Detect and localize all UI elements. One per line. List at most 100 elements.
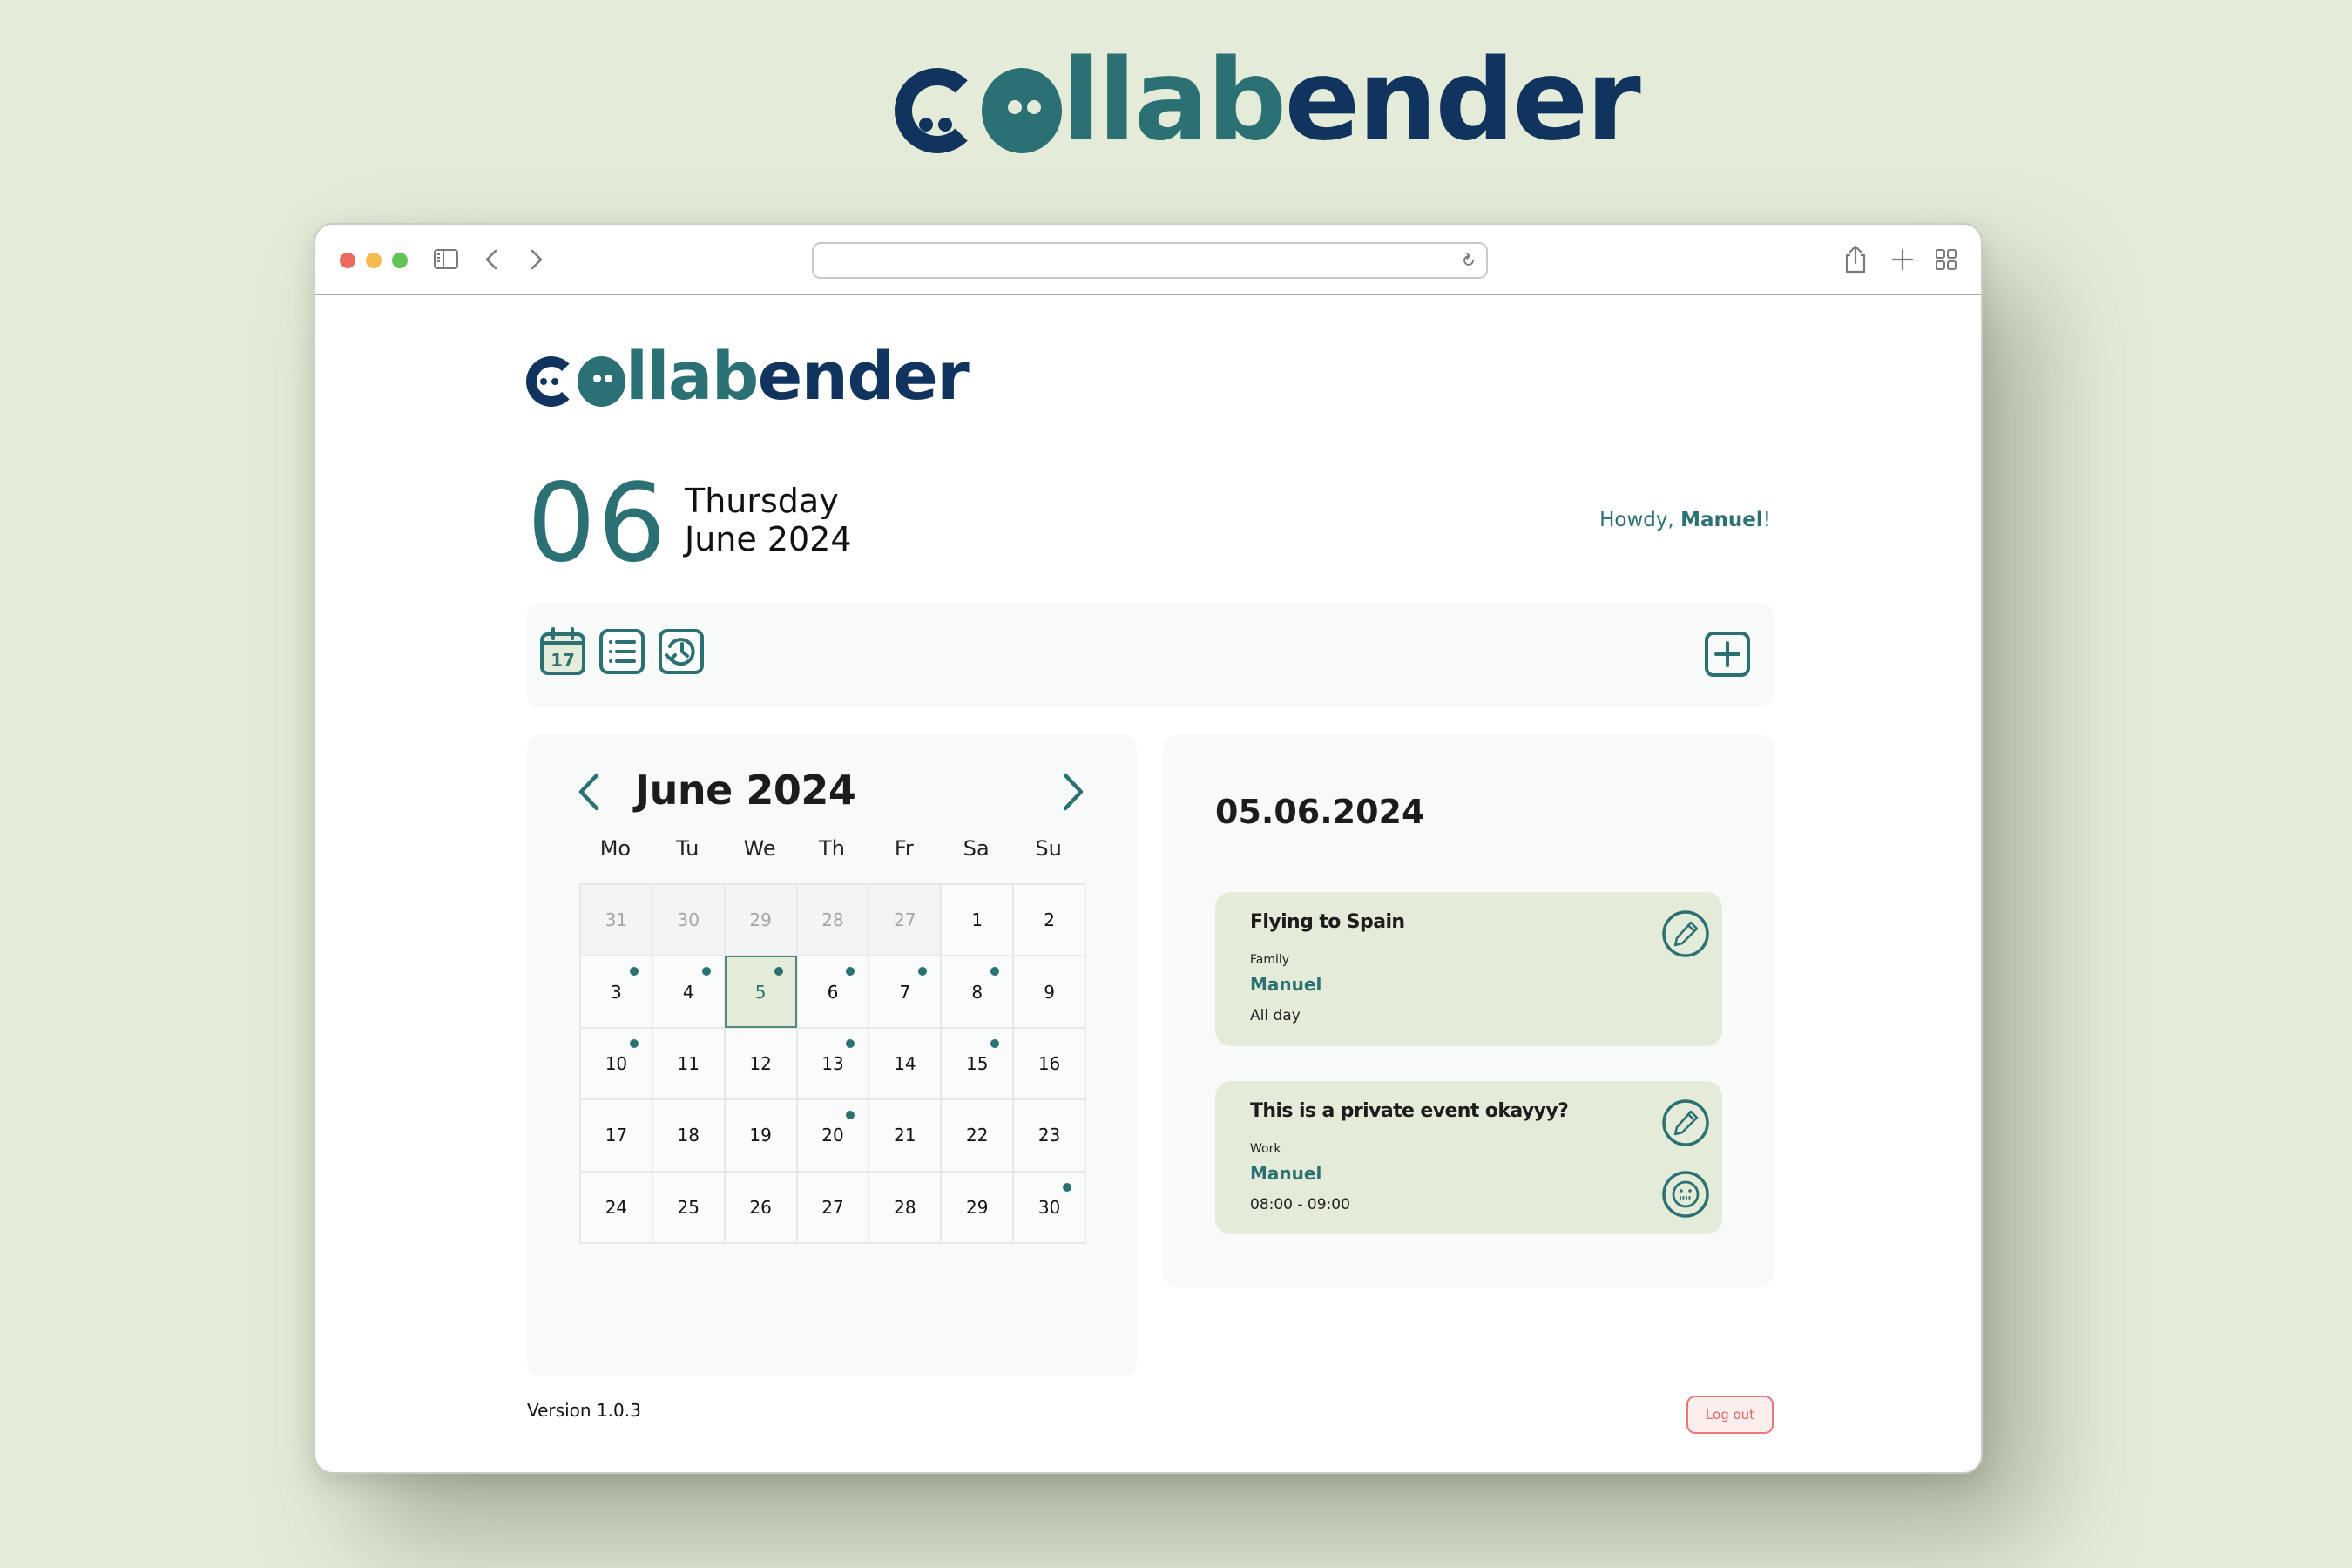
day-number: 28 <box>894 1196 916 1218</box>
calendar-day[interactable]: 7 <box>869 956 941 1027</box>
chevron-right-icon <box>531 249 543 270</box>
calendar-day[interactable]: 29 <box>942 1172 1013 1242</box>
private-event-button[interactable] <box>1661 1170 1710 1219</box>
share-icon[interactable] <box>1842 244 1869 275</box>
calendar-day[interactable]: 24 <box>581 1172 652 1242</box>
calendar-day[interactable]: 31 <box>581 885 652 956</box>
calendar-day[interactable]: 26 <box>725 1172 796 1242</box>
calendar-day[interactable]: 28 <box>797 885 868 956</box>
day-number: 12 <box>749 1052 772 1074</box>
history-view-button[interactable] <box>658 627 705 676</box>
greeting-suffix: ! <box>1762 509 1771 531</box>
logo-eye <box>919 118 933 132</box>
calendar-day[interactable]: 15 <box>942 1028 1013 1099</box>
logout-button[interactable]: Log out <box>1686 1396 1774 1434</box>
calendar-day[interactable]: 30 <box>1014 1172 1085 1242</box>
day-number: 26 <box>749 1196 772 1218</box>
calendar-day[interactable]: 18 <box>652 1100 724 1171</box>
tab-overview-icon[interactable] <box>1934 247 1958 272</box>
app-version: Version 1.0.3 <box>527 1400 641 1421</box>
calendar-day[interactable]: 3 <box>581 956 652 1027</box>
greeting-text: Howdy, <box>1599 509 1674 531</box>
minimize-window-button[interactable] <box>366 253 382 268</box>
day-number: 19 <box>749 1125 772 1146</box>
previous-month-button[interactable] <box>572 770 607 814</box>
calendar-day[interactable]: 6 <box>797 956 868 1027</box>
calendar-day[interactable]: 10 <box>581 1028 652 1099</box>
forward-button[interactable] <box>522 244 551 275</box>
calendar-view-button[interactable]: 17 <box>539 627 586 676</box>
sidebar-icon[interactable] <box>434 249 458 269</box>
calendar-day[interactable]: 21 <box>869 1100 941 1171</box>
calendar-day[interactable]: 29 <box>725 885 796 956</box>
calendar-day[interactable]: 14 <box>869 1028 941 1099</box>
calendar-day[interactable]: 30 <box>652 885 724 956</box>
calendar-day[interactable]: 11 <box>652 1028 724 1099</box>
logo-eye <box>1027 100 1041 114</box>
calendar-day[interactable]: 9 <box>1014 956 1085 1027</box>
next-month-button[interactable] <box>1055 770 1090 814</box>
logo-eye <box>593 375 601 382</box>
history-icon <box>659 629 704 674</box>
calendar-day[interactable]: 27 <box>797 1172 868 1242</box>
calendar-day[interactable]: 1 <box>942 885 1013 956</box>
url-input[interactable] <box>814 244 1486 277</box>
calendar-day[interactable]: 16 <box>1014 1028 1085 1099</box>
back-button[interactable] <box>476 244 506 275</box>
day-number: 13 <box>821 1052 844 1074</box>
edit-event-button[interactable] <box>1661 1098 1710 1147</box>
event-card[interactable]: This is a private event okayyy? Work Man… <box>1215 1081 1722 1234</box>
day-number: 21 <box>894 1125 916 1146</box>
calendar-day[interactable]: 4 <box>652 956 724 1027</box>
calendar-day[interactable]: 13 <box>797 1028 868 1099</box>
event-indicator-dot <box>774 967 783 977</box>
current-day-number: 06 <box>527 461 668 586</box>
day-number: 22 <box>965 1125 989 1146</box>
events-panel: 05.06.2024 Flying to Spain Family Manuel… <box>1163 735 1774 1287</box>
day-number: 25 <box>677 1196 700 1218</box>
chevron-left-icon <box>485 249 497 270</box>
event-card[interactable]: Flying to Spain Family Manuel All day <box>1215 892 1722 1046</box>
day-number: 7 <box>899 981 911 1003</box>
calendar-icon-badge: 17 <box>551 650 575 671</box>
calendar-day[interactable]: 8 <box>942 956 1013 1027</box>
address-bar[interactable] <box>812 242 1488 279</box>
edit-event-button[interactable] <box>1661 909 1710 958</box>
weekday-label: Fr <box>894 836 914 861</box>
calendar-day[interactable]: 25 <box>652 1172 724 1242</box>
calendar-day[interactable]: 20 <box>797 1100 868 1171</box>
event-indicator-dot <box>846 1111 855 1120</box>
calendar-grid: 31 30 29 28 27 1 2 3 4 5 6 7 8 9 10 11 12 13 14 15 16 17 18 19 2… <box>579 883 1086 1244</box>
calendar-day-selected[interactable]: 5 <box>724 956 797 1028</box>
event-category: Family <box>1250 953 1290 967</box>
calendar-day[interactable]: 23 <box>1014 1100 1085 1171</box>
calendar-day[interactable]: 12 <box>725 1028 796 1099</box>
calendar-day[interactable]: 19 <box>725 1100 796 1171</box>
close-window-button[interactable] <box>340 253 355 268</box>
day-number: 16 <box>1037 1052 1061 1074</box>
day-number: 23 <box>1037 1125 1061 1146</box>
weekday-label: We <box>743 836 776 861</box>
day-number: 5 <box>754 981 767 1003</box>
weekday-label: Mo <box>599 836 632 861</box>
event-owner: Manuel <box>1250 974 1322 995</box>
pencil-icon <box>1673 921 1699 947</box>
list-view-button[interactable] <box>598 627 645 676</box>
calendar-day[interactable]: 27 <box>869 885 941 956</box>
plus-icon[interactable] <box>1889 246 1916 274</box>
calendar-day[interactable]: 17 <box>581 1100 652 1171</box>
calendar-day[interactable]: 2 <box>1014 885 1085 956</box>
reload-icon[interactable] <box>1460 252 1477 269</box>
calendar-day[interactable]: 22 <box>942 1100 1013 1171</box>
day-number: 29 <box>965 1196 989 1218</box>
event-indicator-dot <box>1062 1182 1071 1192</box>
add-event-button[interactable] <box>1704 631 1751 678</box>
calendar-day[interactable]: 28 <box>869 1172 941 1242</box>
day-number: 8 <box>971 981 983 1003</box>
logo-o-bubble-icon <box>982 68 1062 153</box>
logo-text-ender: ender <box>757 337 970 415</box>
event-indicator-dot <box>990 1038 1000 1048</box>
logo-o-bubble-icon <box>578 356 625 407</box>
maximize-window-button[interactable] <box>392 253 408 268</box>
day-number: 6 <box>827 981 839 1003</box>
